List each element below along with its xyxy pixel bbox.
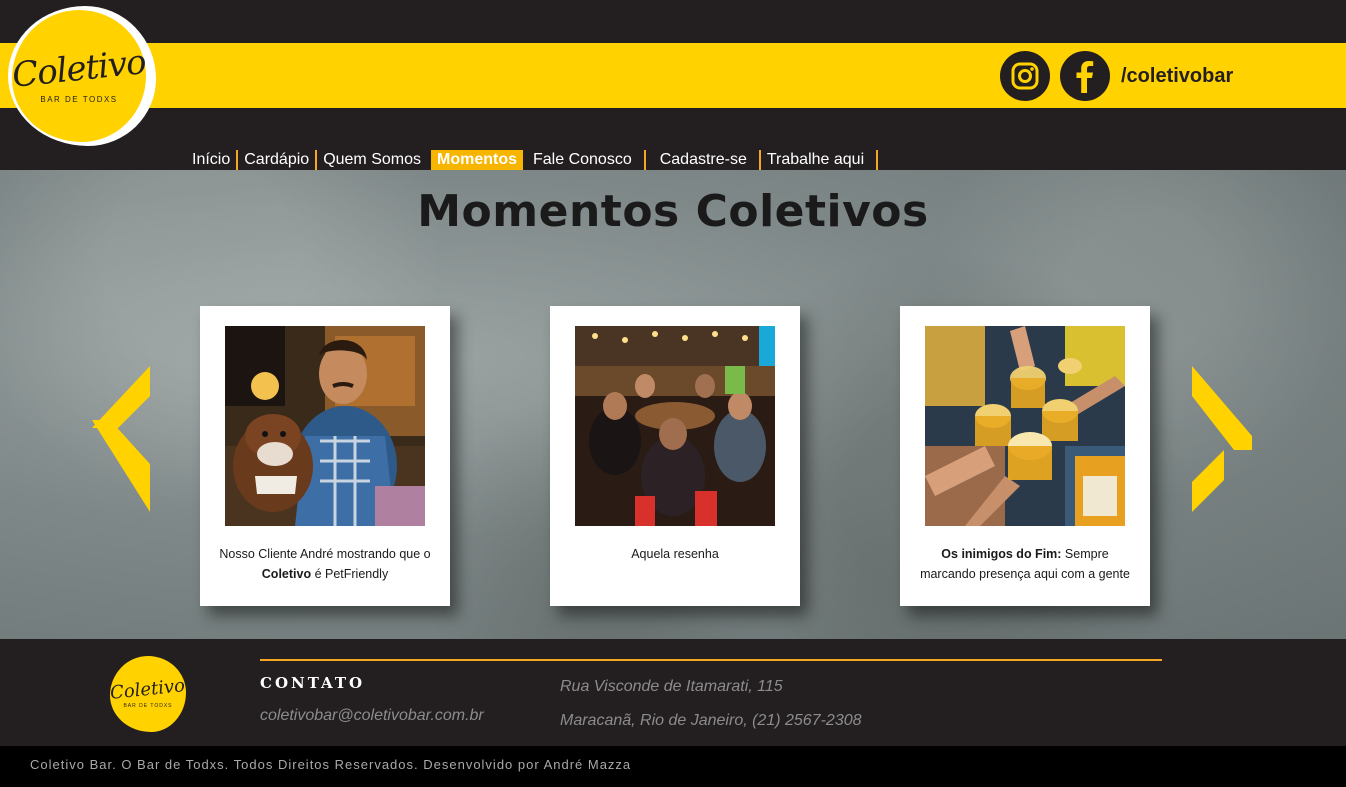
moment-caption: Aquela resenha	[562, 544, 788, 564]
caption-text: é PetFriendly	[311, 567, 389, 581]
footer-logo[interactable]: Coletivo BAR DE TODXS	[110, 656, 186, 732]
moment-card[interactable]: Nosso Cliente André mostrando que o Cole…	[200, 306, 450, 606]
nav-item-quem-somos[interactable]: Quem Somos	[317, 150, 427, 170]
nav-item-cardapio[interactable]: Cardápio	[238, 150, 318, 170]
footer: Coletivo BAR DE TODXS CONTATO coletivoba…	[0, 639, 1346, 746]
social-links: /coletivobar	[1000, 50, 1233, 102]
copyright-text: Coletivo Bar. O Bar de Todxs. Todos Dire…	[30, 757, 632, 772]
instagram-icon[interactable]	[1000, 51, 1050, 101]
facebook-icon[interactable]	[1060, 51, 1110, 101]
contact-heading: CONTATO	[260, 674, 366, 692]
caption-highlight: Coletivo	[261, 567, 312, 581]
caption-text: Nosso Cliente André mostrando que o	[219, 547, 431, 561]
moment-photo-group	[575, 326, 775, 526]
header: Coletivo BAR DE TODXS /coletivobar Iníci…	[0, 0, 1346, 170]
moment-photo-toast	[925, 326, 1125, 526]
caption-highlight: Os inimigos do Fim:	[941, 547, 1062, 561]
chevron-right-icon	[1192, 366, 1252, 512]
logo-badge: Coletivo BAR DE TODXS	[10, 10, 148, 142]
caption-text: Aquela resenha	[631, 547, 719, 561]
contact-address-street: Rua Visconde de Itamarati, 115	[560, 678, 783, 695]
nav-item-inicio[interactable]: Início	[186, 150, 239, 170]
nav-item-cadastre-se[interactable]: Cadastre-se	[646, 150, 761, 170]
logo[interactable]: Coletivo BAR DE TODXS	[8, 6, 156, 146]
footer-logo-subtitle: BAR DE TODXS	[123, 703, 173, 709]
nav-item-fale-conosco[interactable]: Fale Conosco	[527, 150, 646, 170]
moment-photo-dog	[225, 326, 425, 526]
logo-text: Coletivo	[10, 41, 148, 96]
carousel-prev-button[interactable]	[88, 366, 158, 512]
moment-caption: Os inimigos do Fim: Sempre marcando pres…	[912, 544, 1138, 584]
carousel-next-button[interactable]	[1188, 366, 1258, 512]
nav-item-trabalhe-aqui[interactable]: Trabalhe aqui	[761, 150, 879, 170]
contact-address-city-phone: Maracanã, Rio de Janeiro, (21) 2567-2308	[560, 712, 862, 729]
moment-card[interactable]: Os inimigos do Fim: Sempre marcando pres…	[900, 306, 1150, 606]
footer-logo-text: Coletivo	[109, 675, 187, 704]
chevron-left-icon	[92, 366, 150, 512]
contact-email-link[interactable]: coletivobar@coletivobar.com.br	[260, 707, 484, 725]
social-handle[interactable]: /coletivobar	[1121, 65, 1233, 88]
footer-divider	[260, 659, 1162, 661]
moment-card[interactable]: Aquela resenha	[550, 306, 800, 606]
moments-section: Momentos Coletivos Nosso Cliente André m…	[0, 170, 1346, 639]
main-nav: Início Cardápio Quem Somos Momentos Fale…	[186, 150, 879, 170]
nav-item-momentos[interactable]: Momentos	[431, 150, 523, 170]
moment-caption: Nosso Cliente André mostrando que o Cole…	[212, 544, 438, 584]
copyright-bar: Coletivo Bar. O Bar de Todxs. Todos Dire…	[0, 746, 1346, 787]
page-title: Momentos Coletivos	[417, 186, 929, 237]
logo-subtitle: BAR DE TODXS	[40, 94, 118, 104]
